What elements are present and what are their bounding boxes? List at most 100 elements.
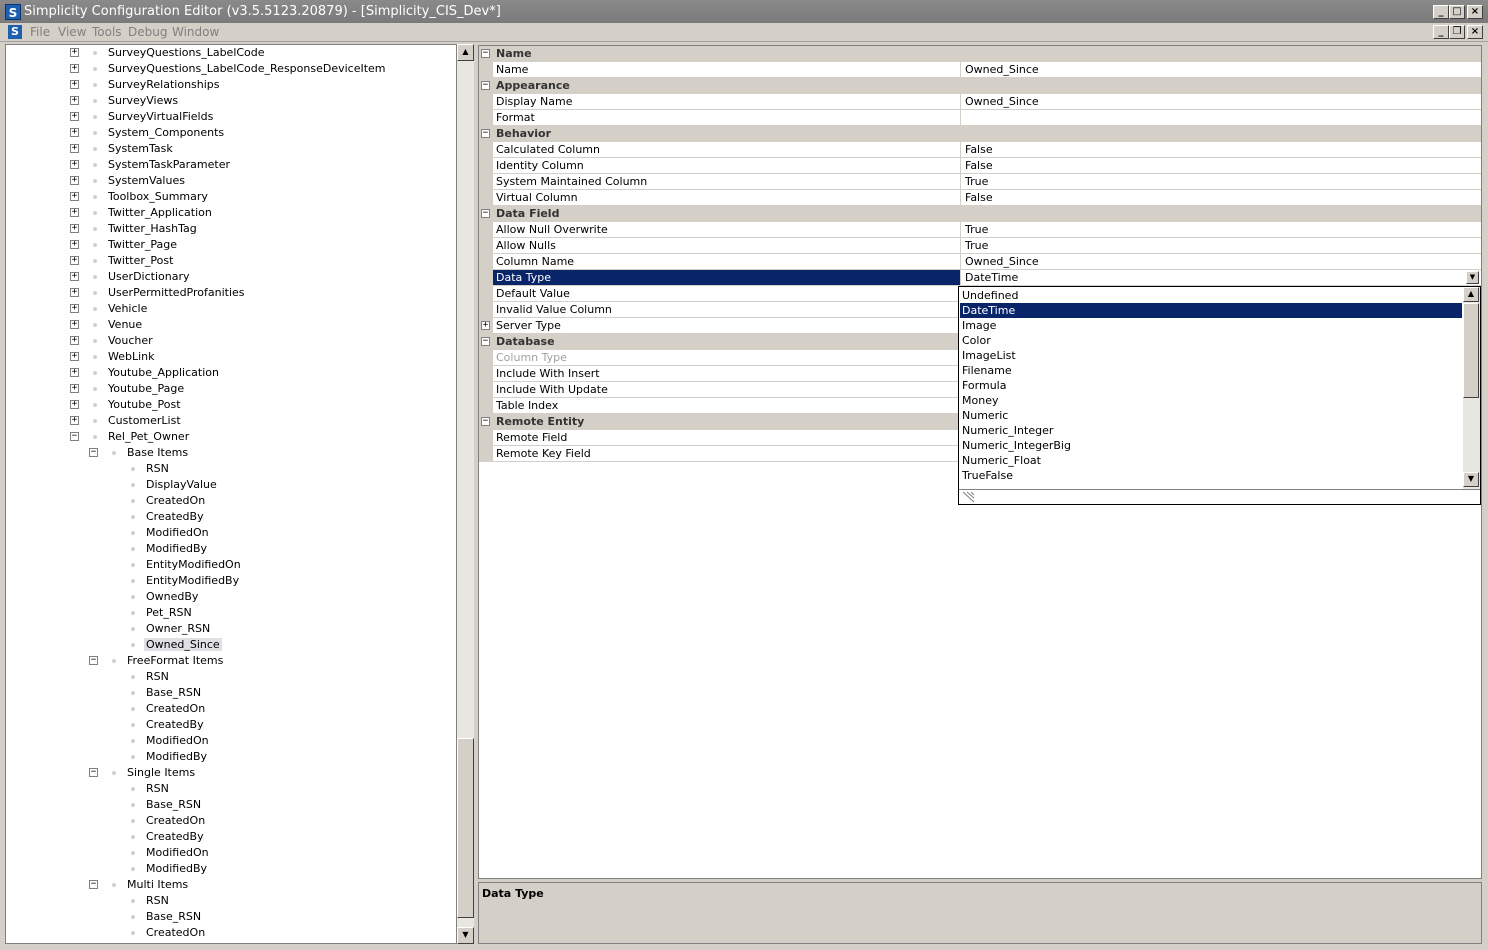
tree-node[interactable]: + WebLink	[6, 349, 456, 365]
tree-node[interactable]: CreatedOn	[6, 701, 456, 717]
tree-node[interactable]: RSN	[6, 461, 456, 477]
tree-node-label[interactable]: Base Items	[125, 446, 190, 459]
tree-node-label[interactable]: ModifiedBy	[144, 862, 209, 875]
expand-icon[interactable]: +	[70, 80, 79, 89]
property-name[interactable]: Allow Nulls	[493, 238, 961, 253]
expand-icon[interactable]: +	[70, 288, 79, 297]
property-row[interactable]: Display Name Owned_Since	[479, 94, 1481, 110]
menu-debug[interactable]: Debug	[128, 25, 167, 39]
tree-node[interactable]: + System_Components	[6, 125, 456, 141]
tree-node[interactable]: + Twitter_HashTag	[6, 221, 456, 237]
tree-node[interactable]: + Voucher	[6, 333, 456, 349]
tree-node-label[interactable]: Pet_RSN	[144, 606, 194, 619]
expand-icon[interactable]: +	[70, 128, 79, 137]
expand-icon[interactable]: +	[70, 176, 79, 185]
tree-node[interactable]: Owned_Since	[6, 637, 456, 653]
property-name[interactable]: Identity Column	[493, 158, 961, 173]
property-category[interactable]: − Behavior	[479, 126, 1481, 142]
tree-node[interactable]: + SystemTask	[6, 141, 456, 157]
tree-node[interactable]: DisplayValue	[6, 477, 456, 493]
dropdown-scroll-thumb[interactable]	[1463, 303, 1479, 398]
tree-node[interactable]: Base_RSN	[6, 797, 456, 813]
tree-node-label[interactable]: WebLink	[106, 350, 157, 363]
maximize-button[interactable]: □	[1449, 5, 1465, 19]
property-name[interactable]: Calculated Column	[493, 142, 961, 157]
property-name[interactable]: Allow Null Overwrite	[493, 222, 961, 237]
tree-node[interactable]: − FreeFormat Items	[6, 653, 456, 669]
menu-tools[interactable]: Tools	[92, 25, 122, 39]
tree-node[interactable]: Base_RSN	[6, 685, 456, 701]
dropdown-option[interactable]: Formula	[960, 378, 1462, 393]
property-name[interactable]: Server Type	[493, 318, 961, 333]
tree-node-label[interactable]: EntityModifiedOn	[144, 558, 243, 571]
dropdown-option[interactable]: Numeric	[960, 408, 1462, 423]
property-category[interactable]: − Appearance	[479, 78, 1481, 94]
tree-node[interactable]: CreatedBy	[6, 829, 456, 845]
tree-node[interactable]: + Twitter_Page	[6, 237, 456, 253]
dropdown-scrollbar[interactable]: ▲ ▼	[1463, 287, 1480, 489]
resize-grip-icon[interactable]	[959, 489, 1480, 504]
expand-icon[interactable]: +	[70, 384, 79, 393]
tree-node-label[interactable]: Twitter_Application	[106, 206, 214, 219]
tree-node[interactable]: CreatedOn	[6, 925, 456, 941]
tree-node[interactable]: + SurveyQuestions_LabelCode_ResponseDevic…	[6, 61, 456, 77]
tree-node-label[interactable]: CreatedOn	[144, 494, 207, 507]
property-name[interactable]: System Maintained Column	[493, 174, 961, 189]
property-name[interactable]: Invalid Value Column	[493, 302, 961, 317]
property-row[interactable]: Format	[479, 110, 1481, 126]
collapse-icon[interactable]: −	[70, 432, 79, 441]
property-row[interactable]: Virtual Column False	[479, 190, 1481, 206]
tree-node-label[interactable]: Vehicle	[106, 302, 149, 315]
tree-node[interactable]: ModifiedOn	[6, 733, 456, 749]
document-icon[interactable]: S	[8, 25, 22, 39]
tree-node[interactable]: CreatedOn	[6, 493, 456, 509]
tree-node[interactable]: CreatedBy	[6, 717, 456, 733]
property-value[interactable]: False	[962, 142, 1481, 157]
scroll-up-arrow-icon[interactable]: ▲	[457, 44, 474, 61]
tree-node-label[interactable]: UserDictionary	[106, 270, 192, 283]
collapse-icon[interactable]: −	[89, 656, 98, 665]
minimize-button[interactable]: _	[1433, 5, 1449, 19]
tree-node-label[interactable]: SystemValues	[106, 174, 187, 187]
tree-node-label[interactable]: CustomerList	[106, 414, 183, 427]
tree-node-label[interactable]: ModifiedOn	[144, 734, 211, 747]
expand-icon[interactable]: +	[70, 272, 79, 281]
dropdown-option[interactable]: Image	[960, 318, 1462, 333]
tree-node-label[interactable]: SurveyVirtualFields	[106, 110, 215, 123]
tree-node-label[interactable]: Youtube_Application	[106, 366, 221, 379]
property-row[interactable]: Allow Null Overwrite True	[479, 222, 1481, 238]
menu-file[interactable]: File	[30, 25, 50, 39]
tree-node-label[interactable]: Base_RSN	[144, 798, 203, 811]
property-value[interactable]: False	[962, 158, 1481, 173]
expand-icon[interactable]: +	[70, 192, 79, 201]
property-row[interactable]: Allow Nulls True	[479, 238, 1481, 254]
dropdown-option[interactable]: Numeric_Float	[960, 453, 1462, 468]
tree-node-label[interactable]: Twitter_Page	[106, 238, 179, 251]
tree-node-label[interactable]: System_Components	[106, 126, 226, 139]
property-value[interactable]: Owned_Since	[962, 94, 1481, 109]
mdi-minimize-button[interactable]: _	[1433, 25, 1449, 39]
dropdown-option[interactable]: DateTime	[960, 303, 1462, 318]
dropdown-option[interactable]: ImageList	[960, 348, 1462, 363]
tree-node[interactable]: + SystemValues	[6, 173, 456, 189]
tree-node-label[interactable]: Rel_Pet_Owner	[106, 430, 191, 443]
dropdown-option[interactable]: TrueFalse	[960, 468, 1462, 483]
dropdown-option[interactable]: Filename	[960, 363, 1462, 378]
tree-node-label[interactable]: SurveyQuestions_LabelCode_ResponseDevice…	[106, 62, 388, 75]
collapse-icon[interactable]: −	[481, 337, 490, 346]
tree-node[interactable]: ModifiedBy	[6, 861, 456, 877]
tree-node-label[interactable]: DisplayValue	[144, 478, 219, 491]
scroll-down-arrow-icon[interactable]: ▼	[457, 927, 474, 944]
expand-icon[interactable]: +	[70, 144, 79, 153]
dropdown-option[interactable]: Money	[960, 393, 1462, 408]
expand-icon[interactable]: +	[70, 240, 79, 249]
tree-node-label[interactable]: CreatedBy	[144, 718, 206, 731]
property-row[interactable]: Column Name Owned_Since	[479, 254, 1481, 270]
tree-node-label[interactable]: Twitter_Post	[106, 254, 175, 267]
tree-node-label[interactable]: CreatedBy	[144, 510, 206, 523]
tree-node[interactable]: + SurveyRelationships	[6, 77, 456, 93]
property-value[interactable]: DateTime ▼	[962, 270, 1481, 285]
dropdown-option[interactable]: Numeric_Integer	[960, 423, 1462, 438]
tree-node-label[interactable]: SurveyRelationships	[106, 78, 222, 91]
expand-icon[interactable]: +	[70, 112, 79, 121]
